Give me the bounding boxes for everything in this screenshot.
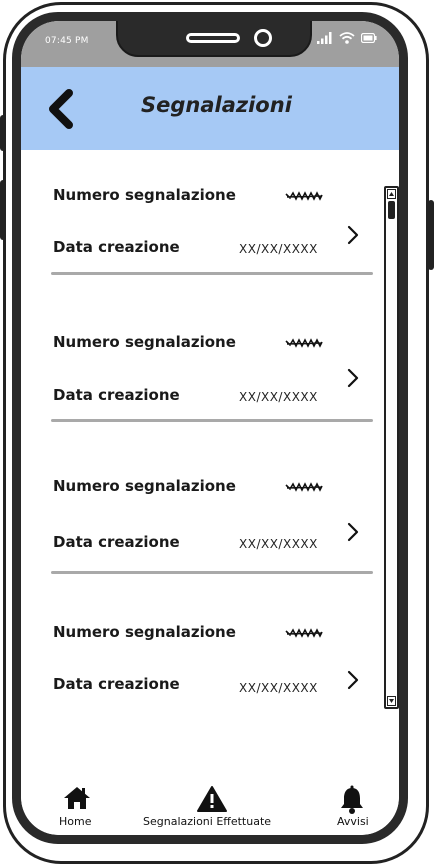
redacted-number-scribble — [285, 482, 323, 492]
phone-body: 07:45 PM Segnalazioni Numero segnalazion… — [12, 12, 408, 844]
report-date-label: Data creazione — [53, 675, 180, 693]
scroll-thumb[interactable] — [388, 201, 395, 219]
report-date-value: XX/XX/XXXX — [239, 537, 318, 551]
divider — [51, 571, 373, 574]
bottom-navigation: Home Segnalazioni Effettuate Avvisi — [21, 777, 399, 835]
chevron-left-icon — [49, 89, 73, 129]
nav-segnalazioni-label: Segnalazioni Effettuate — [143, 815, 272, 828]
status-bar: 07:45 PM — [21, 21, 399, 67]
report-item[interactable]: Numero segnalazione Data creazione XX/XX… — [21, 467, 399, 607]
power-button — [428, 200, 434, 270]
report-item[interactable]: Numero segnalazione Data creazione XX/XX… — [21, 613, 399, 753]
report-date-value: XX/XX/XXXX — [239, 242, 318, 256]
screen: 07:45 PM Segnalazioni Numero segnalazion… — [21, 21, 399, 835]
scroll-up-arrow-icon[interactable] — [387, 189, 396, 199]
redacted-number-scribble — [285, 628, 323, 638]
chevron-right-icon — [347, 522, 359, 542]
report-date-label: Data creazione — [53, 238, 180, 256]
speaker-icon — [186, 33, 240, 43]
wifi-icon — [339, 32, 355, 44]
report-date-label: Data creazione — [53, 533, 180, 551]
report-number-label: Numero segnalazione — [53, 186, 236, 204]
report-number-label: Numero segnalazione — [53, 333, 236, 351]
camera-icon — [254, 29, 272, 47]
volume-down-button — [0, 180, 6, 240]
notch — [116, 21, 312, 57]
chevron-right-icon — [347, 368, 359, 388]
divider — [51, 272, 373, 275]
status-icons — [317, 32, 377, 44]
divider — [51, 419, 373, 422]
bell-icon — [341, 785, 363, 814]
redacted-number-scribble — [285, 338, 323, 348]
status-time: 07:45 PM — [45, 36, 89, 46]
list-scrollbar[interactable] — [384, 186, 399, 709]
volume-up-button — [0, 115, 6, 151]
report-number-label: Numero segnalazione — [53, 623, 236, 641]
nav-home[interactable]: Home — [49, 777, 105, 835]
signal-icon — [317, 32, 332, 44]
nav-avvisi[interactable]: Avvisi — [325, 777, 381, 835]
nav-avvisi-label: Avvisi — [337, 815, 369, 828]
redacted-number-scribble — [285, 191, 323, 201]
report-date-value: XX/XX/XXXX — [239, 681, 318, 695]
nav-home-label: Home — [59, 815, 92, 828]
report-item[interactable]: Numero segnalazione Data creazione XX/XX… — [21, 323, 399, 463]
chevron-right-icon — [347, 225, 359, 245]
report-number-label: Numero segnalazione — [53, 477, 236, 495]
warning-icon — [197, 786, 227, 812]
scroll-down-arrow-icon[interactable] — [387, 696, 396, 706]
chevron-right-icon — [347, 670, 359, 690]
report-item[interactable]: Numero segnalazione Data creazione XX/XX… — [21, 176, 399, 316]
report-date-label: Data creazione — [53, 386, 180, 404]
page-title: Segnalazioni — [141, 93, 292, 117]
report-date-value: XX/XX/XXXX — [239, 390, 318, 404]
home-icon — [64, 787, 90, 809]
app-bar: Segnalazioni — [21, 67, 399, 150]
nav-segnalazioni-effettuate[interactable]: Segnalazioni Effettuate — [137, 777, 287, 835]
back-button[interactable] — [43, 87, 81, 131]
battery-icon — [361, 33, 377, 43]
